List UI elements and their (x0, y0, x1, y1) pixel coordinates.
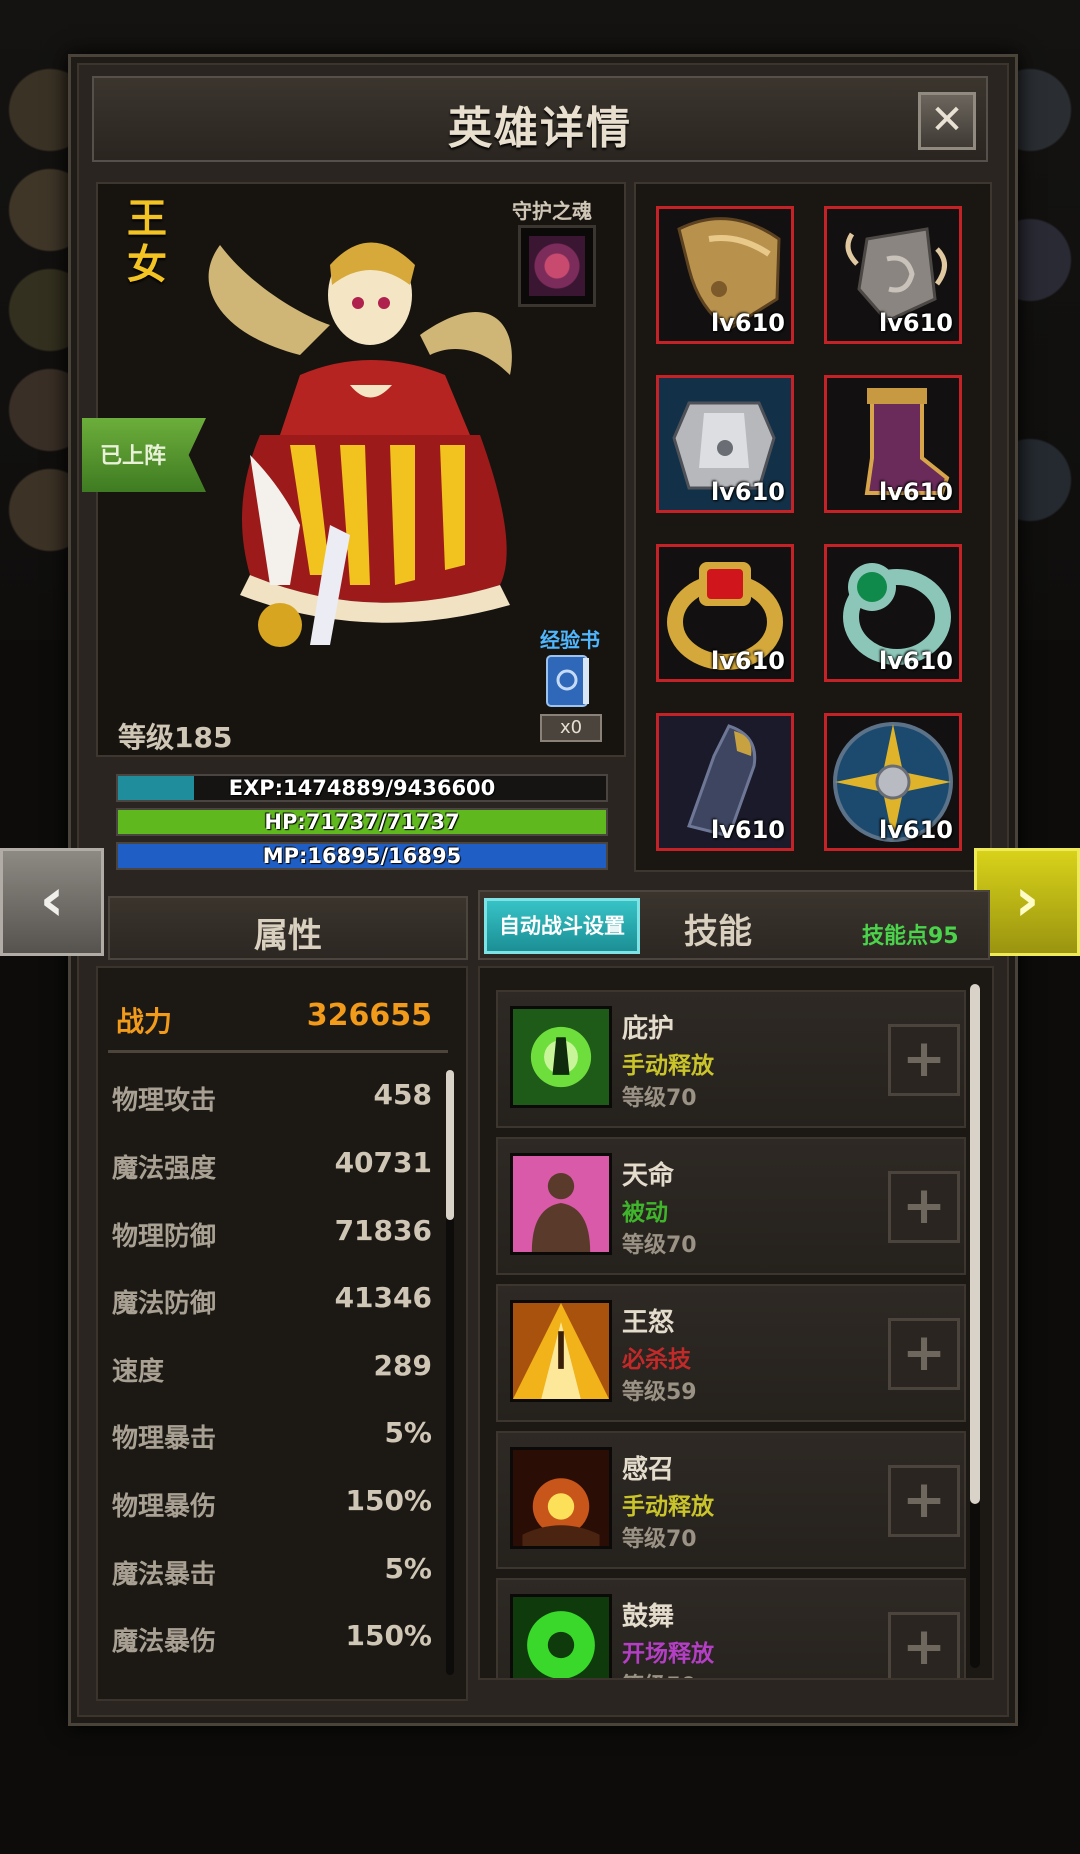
equip-level: lv610 (879, 478, 953, 506)
skill-item[interactable]: 庇护 手动释放 等级70 + (496, 990, 966, 1128)
equip-level: lv610 (879, 816, 953, 844)
destiny-skill-icon (510, 1153, 612, 1255)
stat-value: 5% (384, 1416, 432, 1449)
stat-label: 物理暴伤 (112, 1492, 217, 1522)
skill-type: 被动 (622, 1200, 668, 1226)
skill-name: 天命 (622, 1161, 675, 1191)
skill-name: 王怒 (622, 1308, 675, 1338)
stat-label: 物理防御 (112, 1222, 217, 1252)
equip-level: lv610 (711, 816, 785, 844)
stat-value: 289 (373, 1349, 432, 1382)
skills-scroll-thumb[interactable] (970, 984, 980, 1504)
royal-wrath-skill-icon (510, 1300, 612, 1402)
stat-value: 40731 (334, 1146, 432, 1179)
equip-slot-helmet[interactable]: lv610 (656, 206, 794, 344)
skill-level: 等级70 (622, 1233, 697, 1258)
combat-power-value: 326655 (306, 998, 432, 1033)
stat-label: 速度 (112, 1357, 165, 1387)
hero-portrait-image (208, 242, 512, 647)
prev-hero-button[interactable]: ‹ (0, 848, 104, 956)
exp-book-count: x0 (540, 714, 602, 742)
skill-upgrade-button[interactable]: + (888, 1171, 960, 1243)
stat-value: 150% (345, 1484, 432, 1517)
attributes-header: 属性 (108, 896, 468, 960)
stat-value: 41346 (334, 1281, 432, 1314)
equip-level: lv610 (711, 647, 785, 675)
equip-level: lv610 (711, 309, 785, 337)
attributes-scroll-thumb[interactable] (446, 1070, 454, 1220)
guardian-soul-label: 守护之魂 (512, 199, 592, 223)
attributes-scrollbar[interactable] (446, 1070, 454, 1675)
stat-label: 魔法暴伤 (112, 1627, 217, 1657)
skill-upgrade-button[interactable]: + (888, 1612, 960, 1678)
deployed-tag: 已上阵 (82, 418, 206, 492)
hero-level: 等级185 (118, 721, 233, 754)
hero-name: 王女 (127, 196, 167, 288)
deployed-label: 已上阵 (100, 444, 167, 469)
exp-text: EXP:1474889/9436600 (228, 776, 496, 800)
hp-text: HP:71737/71737 (264, 810, 460, 834)
skill-upgrade-button[interactable]: + (888, 1024, 960, 1096)
skill-name: 鼓舞 (622, 1602, 675, 1632)
page-title: 英雄详情 (448, 103, 632, 154)
stat-value: 458 (373, 1078, 432, 1111)
hp-bar: HP:71737/71737 (116, 808, 608, 836)
skill-level: 等级59 (622, 1668, 697, 1678)
skill-points: 技能点95 (862, 924, 959, 949)
equip-slot-gauntlet[interactable]: lv610 (656, 713, 794, 851)
skill-level: 等级59 (622, 1380, 697, 1405)
skill-name: 感召 (622, 1455, 675, 1485)
stat-label: 物理攻击 (112, 1086, 217, 1116)
skill-item[interactable]: 鼓舞 开场释放 等级59 + (496, 1578, 966, 1678)
skill-type: 必杀技 (622, 1347, 691, 1373)
equip-level: lv610 (879, 309, 953, 337)
skills-panel: 庇护 手动释放 等级70 + 天命 被动 等级70 + 王怒 必杀技 等级59 … (478, 966, 994, 1680)
exp-book-icon[interactable] (537, 648, 601, 712)
skill-item[interactable]: 天命 被动 等级70 + (496, 1137, 966, 1275)
equip-level: lv610 (711, 478, 785, 506)
skills-title: 技能 (684, 912, 752, 952)
attributes-title: 属性 (254, 916, 322, 956)
skill-item[interactable]: 感召 手动释放 等级70 + (496, 1431, 966, 1569)
summon-skill-icon (510, 1447, 612, 1549)
stat-label: 物理暴击 (112, 1424, 217, 1454)
stat-value: 150% (345, 1619, 432, 1652)
stat-label: 魔法防御 (112, 1289, 217, 1319)
stat-label: 魔法暴击 (112, 1560, 217, 1590)
combat-power-label: 战力 (116, 1005, 173, 1038)
chevron-right-icon: › (1014, 865, 1040, 935)
equip-slot-emerald-ring[interactable]: lv610 (824, 544, 962, 682)
skill-item[interactable]: 王怒 必杀技 等级59 + (496, 1284, 966, 1422)
stat-label: 魔法强度 (112, 1154, 217, 1184)
skill-type: 开场释放 (622, 1641, 714, 1667)
auto-battle-settings-button[interactable]: 自动战斗设置 (484, 898, 640, 954)
equip-slot-ruby-ring[interactable]: lv610 (656, 544, 794, 682)
equip-slot-armor[interactable]: lv610 (656, 375, 794, 513)
equip-slot-amulet[interactable]: lv610 (824, 206, 962, 344)
equip-level: lv610 (879, 647, 953, 675)
divider (108, 1050, 448, 1053)
title-bar: 英雄详情 (92, 76, 988, 162)
equip-slot-shield[interactable]: lv610 (824, 713, 962, 851)
close-button[interactable]: ✕ (918, 92, 976, 150)
stat-value: 71836 (334, 1214, 432, 1247)
skill-upgrade-button[interactable]: + (888, 1465, 960, 1537)
skill-name: 庇护 (622, 1014, 675, 1044)
stat-value: 5% (384, 1552, 432, 1585)
skill-type: 手动释放 (622, 1494, 714, 1520)
mp-text: MP:16895/16895 (262, 844, 462, 868)
skill-level: 等级70 (622, 1527, 697, 1552)
equip-slot-boots[interactable]: lv610 (824, 375, 962, 513)
mp-bar: MP:16895/16895 (116, 842, 608, 870)
skill-level: 等级70 (622, 1086, 697, 1111)
shelter-skill-icon (510, 1006, 612, 1108)
exp-bar: EXP:1474889/9436600 (116, 774, 608, 802)
skill-upgrade-button[interactable]: + (888, 1318, 960, 1390)
chevron-left-icon: ‹ (39, 865, 65, 935)
skills-scrollbar[interactable] (970, 984, 980, 1668)
inspire-skill-icon (510, 1594, 612, 1678)
skill-type: 手动释放 (622, 1053, 714, 1079)
